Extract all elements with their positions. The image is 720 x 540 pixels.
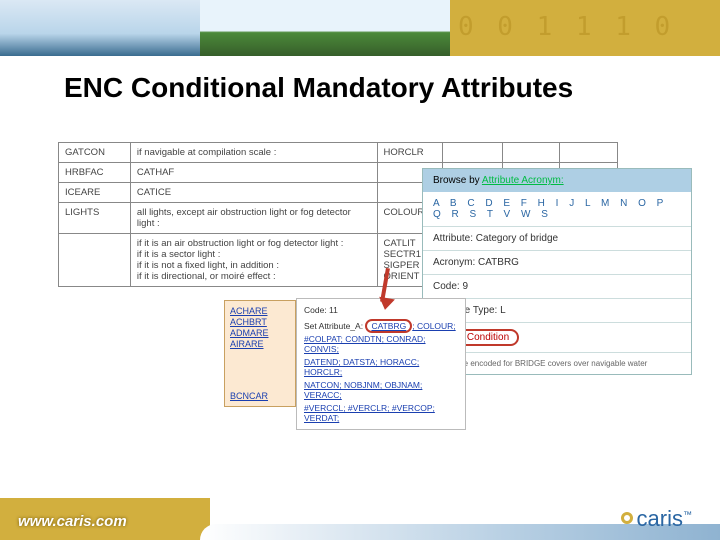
footer: www.caris.com caris™ (0, 498, 720, 540)
list-item[interactable]: ACHBRT (230, 317, 290, 327)
set-attr-label: Set Attribute_A: (304, 321, 365, 331)
browse-label: Browse by (433, 175, 482, 186)
cell-condition: if navigable at compilation scale : (130, 143, 377, 163)
cell-condition: all lights, except air obstruction light… (130, 203, 377, 234)
list-item[interactable]: ADMARE (230, 328, 290, 338)
annotation-arrow-icon (370, 262, 400, 310)
attribute-acronym-row: Acronym: CATBRG (423, 250, 691, 274)
cell-acronym: HRBFAC (59, 163, 131, 183)
attribute-code-row: Code: 9 (423, 274, 691, 298)
attr-links[interactable]: #COLPAT; CONDTN; CONRAD; CONVIS; (304, 334, 458, 354)
content-stage: GATCON if navigable at compilation scale… (0, 112, 720, 492)
cell-acronym: ICEARE (59, 183, 131, 203)
cell-condition: if it is an air obstruction light or fog… (130, 234, 377, 287)
attribute-acronym-link[interactable]: Attribute Acronym: (482, 175, 564, 186)
cell: HORCLR (377, 143, 443, 163)
alphabet-index[interactable]: A B C D E F H I J L M N O P Q R S T V W … (423, 192, 691, 226)
table-row: GATCON if navigable at compilation scale… (59, 143, 618, 163)
list-item[interactable]: ACHARE (230, 306, 290, 316)
cell-acronym (59, 234, 131, 287)
cell-condition: CATICE (130, 183, 377, 203)
attribute-name-row: Attribute: Category of bridge (423, 226, 691, 250)
attr-links[interactable]: #VERCCL; #VERCLR; #VERCOP; VERDAT; (304, 403, 458, 423)
caris-logo: caris™ (621, 506, 692, 532)
attr-links[interactable]: NATCON; NOBJNM; OBJNAM; VERACC; (304, 380, 458, 400)
banner-land (200, 0, 450, 56)
list-item[interactable]: BCNCAR (230, 391, 290, 401)
definition-card: Code: 11 Set Attribute_A: CATBRG; COLOUR… (296, 298, 466, 430)
banner-digits-text: 0 0 1 1 1 0 (458, 12, 674, 42)
set-attr-tail: ; COLOUR; (412, 321, 455, 331)
catbrg-highlight: CATBRG (365, 319, 412, 333)
cell-acronym: GATCON (59, 143, 131, 163)
logo-tm: ™ (683, 510, 692, 520)
cell (443, 143, 503, 163)
logo-text: caris (637, 506, 683, 531)
cell (560, 143, 618, 163)
banner-sky (0, 0, 200, 56)
list-item[interactable]: AIRARE (230, 339, 290, 349)
page-title: ENC Conditional Mandatory Attributes (0, 56, 720, 112)
def-set-attribute: Set Attribute_A: CATBRG; COLOUR; (304, 321, 458, 331)
banner-digits: 0 0 1 1 1 0 (450, 0, 720, 56)
attr-links[interactable]: DATEND; DATSTA; HORACC; HORCLR; (304, 357, 458, 377)
cell-acronym: LIGHTS (59, 203, 131, 234)
browse-header: Browse by Attribute Acronym: (423, 169, 691, 192)
cell-condition: CATHAF (130, 163, 377, 183)
cell (502, 143, 560, 163)
object-acronym-list: ACHARE ACHBRT ADMARE AIRARE BCNCAR (224, 300, 296, 407)
footer-url: www.caris.com (18, 513, 127, 530)
logo-dot-icon (621, 512, 633, 524)
top-banner: 0 0 1 1 1 0 (0, 0, 720, 56)
